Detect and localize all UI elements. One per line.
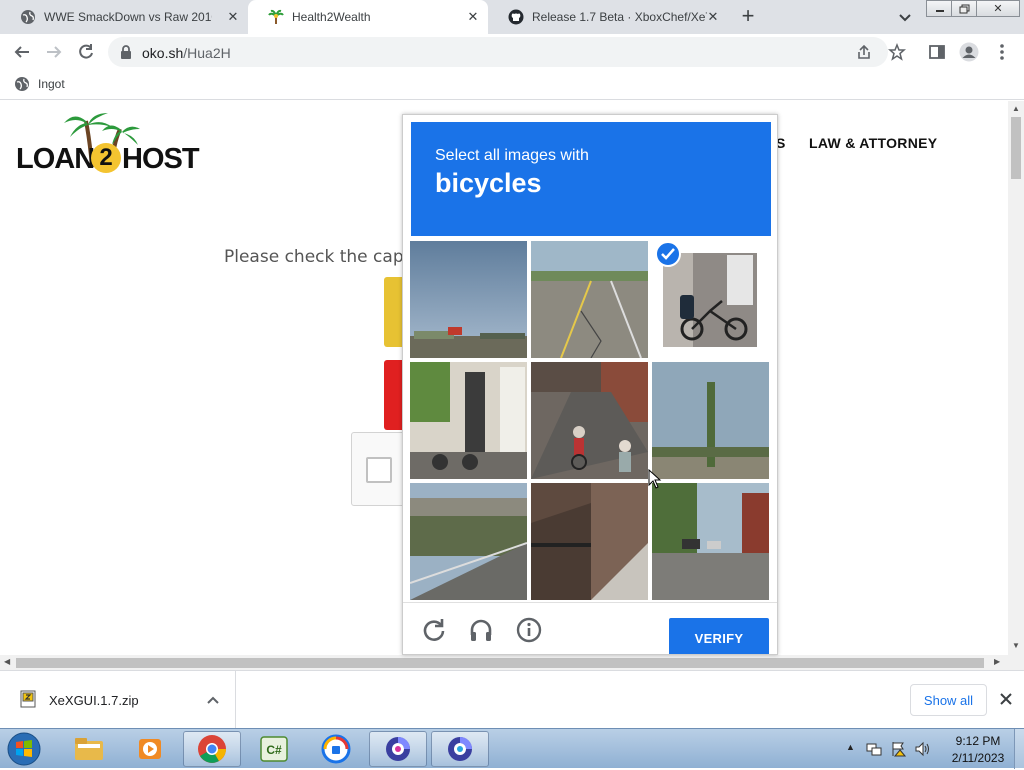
captcha-target-object: bicycles	[435, 168, 542, 198]
logo-text-left: LOAN	[16, 143, 95, 175]
media-player-taskbar-icon[interactable]	[121, 731, 179, 767]
bookmark-label: Ingot	[38, 77, 65, 91]
captcha-notice-text: Please check the cap	[224, 247, 404, 267]
clock-time[interactable]: 9:12 PM	[950, 734, 1006, 748]
captcha-checkbox[interactable]	[366, 457, 392, 483]
tab-title: Release 1.7 Beta · XboxChef/XeT	[532, 10, 707, 24]
close-downloads-icon[interactable]	[998, 691, 1014, 707]
captcha-tile-4[interactable]	[410, 362, 527, 479]
downloads-bar: XeXGUI.1.7.zip Show all	[0, 670, 1024, 729]
svg-text:C#: C#	[266, 743, 282, 757]
palm-tree-icon	[268, 9, 284, 25]
show-desktop-button[interactable]	[1014, 729, 1024, 769]
github-icon	[508, 9, 524, 25]
verify-button[interactable]: VERIFY	[669, 618, 769, 654]
show-all-button[interactable]: Show all	[910, 684, 987, 716]
site-logo[interactable]: LOAN 2 HOST	[16, 107, 200, 183]
captcha-challenge: Select all images with bicycles VERIFY	[402, 114, 778, 655]
close-tab-icon[interactable]: ✕	[466, 10, 480, 24]
tab-health2wealth[interactable]: Health2Wealth ✕	[248, 0, 488, 34]
captcha-header: Select all images with bicycles	[411, 122, 771, 236]
close-tab-icon[interactable]: ✕	[226, 10, 240, 24]
profile-avatar-icon[interactable]	[958, 41, 980, 63]
xex-tool-taskbar-icon[interactable]	[369, 731, 427, 767]
mouse-cursor-icon	[648, 468, 662, 492]
captcha-tile-2[interactable]	[531, 241, 648, 358]
captcha-footer: VERIFY	[403, 602, 777, 654]
volume-icon[interactable]	[914, 741, 930, 760]
scroll-left-icon[interactable]: ◀	[4, 657, 10, 666]
logo-digit: 2	[91, 143, 121, 173]
nav-item-law-attorney[interactable]: LAW & ATTORNEY	[809, 135, 937, 151]
globe-icon	[20, 9, 36, 25]
forward-button[interactable]	[43, 41, 65, 63]
network-icon[interactable]	[866, 741, 882, 760]
scroll-right-icon[interactable]: ▶	[994, 657, 1000, 666]
xex-tool-2-taskbar-icon[interactable]	[431, 731, 489, 767]
close-window-button[interactable]: ✕	[976, 0, 1020, 17]
close-tab-icon[interactable]: ✕	[706, 10, 720, 24]
tab-title: Health2Wealth	[292, 10, 371, 24]
browser-toolbar: oko.sh/Hua2H	[0, 34, 1024, 70]
vertical-scroll-thumb[interactable]	[1011, 117, 1021, 179]
bookmark-star-icon[interactable]	[886, 41, 908, 63]
globe-icon	[14, 76, 30, 92]
vpn-shield-taskbar-icon[interactable]	[307, 731, 365, 767]
chevron-up-icon[interactable]	[206, 693, 220, 707]
lock-icon	[120, 45, 132, 62]
captcha-tile-9[interactable]	[652, 483, 769, 600]
captcha-tile-7[interactable]	[410, 483, 527, 600]
windows-taskbar: C# ▲ 9:12 PM 2/11/2023	[0, 728, 1024, 769]
back-button[interactable]	[11, 41, 33, 63]
download-item[interactable]: XeXGUI.1.7.zip	[14, 671, 236, 729]
chrome-taskbar-icon[interactable]	[183, 731, 241, 767]
csharp-ide-taskbar-icon[interactable]: C#	[245, 731, 303, 767]
tray-expand-icon[interactable]: ▲	[846, 742, 855, 752]
reload-button[interactable]	[75, 41, 97, 63]
zip-file-icon	[20, 690, 36, 708]
explorer-taskbar-icon[interactable]	[60, 731, 118, 767]
captcha-tile-8[interactable]	[531, 483, 648, 600]
share-icon[interactable]	[856, 44, 872, 63]
tab-title: WWE SmackDown vs Raw 2010 |	[44, 10, 212, 24]
clock-date[interactable]: 2/11/2023	[946, 751, 1010, 765]
action-center-flag-icon[interactable]	[890, 741, 907, 760]
vertical-scrollbar[interactable]: ▲ ▼	[1008, 101, 1024, 655]
url-text: oko.sh/Hua2H	[142, 45, 231, 61]
scroll-down-icon[interactable]: ▼	[1012, 641, 1020, 650]
tab-github-release[interactable]: Release 1.7 Beta · XboxChef/XeT ✕	[488, 0, 728, 34]
download-filename: XeXGUI.1.7.zip	[49, 693, 139, 708]
bookmark-ingot[interactable]: Ingot	[14, 76, 65, 92]
minimize-button[interactable]	[926, 0, 954, 17]
tab-search-chevron-icon[interactable]	[896, 8, 914, 26]
captcha-tile-6[interactable]	[652, 362, 769, 479]
tab-strip: WWE SmackDown vs Raw 2010 | ✕ Health2Wea…	[0, 0, 1024, 34]
restore-button[interactable]	[951, 0, 979, 17]
bookmarks-bar: Ingot	[0, 70, 1024, 100]
address-bar[interactable]: oko.sh/Hua2H	[108, 37, 888, 67]
captcha-tile-1[interactable]	[410, 241, 527, 358]
tile-selected-check-icon	[655, 241, 681, 267]
logo-text-right: HOST	[122, 143, 200, 175]
captcha-instruction: Select all images with	[435, 147, 589, 164]
captcha-tile-5[interactable]	[531, 362, 648, 479]
reload-challenge-icon[interactable]	[421, 617, 447, 643]
side-panel-icon[interactable]	[926, 41, 948, 63]
scroll-up-icon[interactable]: ▲	[1012, 104, 1020, 113]
menu-kebab-icon[interactable]	[991, 41, 1013, 63]
headphones-audio-icon[interactable]	[468, 617, 494, 643]
horizontal-scroll-thumb[interactable]	[16, 658, 984, 668]
new-tab-button[interactable]: +	[737, 5, 759, 28]
info-icon[interactable]	[516, 617, 542, 643]
system-tray: ▲ 9:12 PM 2/11/2023	[842, 729, 1024, 769]
horizontal-scrollbar[interactable]: ◀ ▶	[0, 655, 1024, 670]
tab-wwe[interactable]: WWE SmackDown vs Raw 2010 | ✕	[0, 0, 248, 34]
start-button[interactable]	[4, 731, 44, 767]
